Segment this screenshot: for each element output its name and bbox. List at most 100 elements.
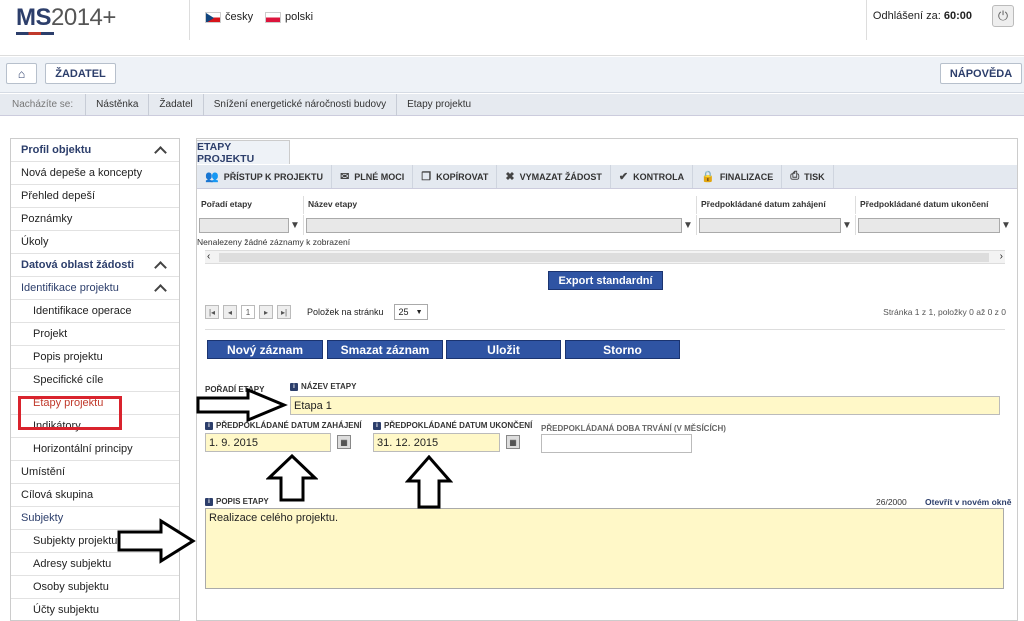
delete-record-button[interactable]: Smazat záznam [327, 340, 443, 359]
filter-cell: ▼ [197, 215, 304, 235]
right-arrow-annotation [117, 518, 196, 564]
sidebar-item-label: Identifikace operace [33, 305, 132, 317]
sidebar-item[interactable]: Umístění [11, 461, 179, 484]
info-icon: i [205, 497, 213, 506]
home-button[interactable]: ⌂ [6, 63, 37, 84]
toolbar-button[interactable]: ⎙ TISK [782, 165, 834, 188]
char-counter: 26/2000 [876, 497, 907, 507]
app-logo[interactable]: MS2014+ [16, 4, 116, 32]
sidebar-item[interactable]: Popis projektu [11, 346, 179, 369]
popis-etapy-textarea[interactable]: Realizace celého projektu. [205, 508, 1004, 589]
toolbar-button-label: VYMAZAT ŽÁDOST [519, 171, 602, 182]
popis-label: i POPIS ETAPY [205, 497, 269, 506]
toolbar-button[interactable]: 👥 PŘÍSTUP K PROJEKTU [197, 165, 333, 188]
page-number[interactable]: 1 [241, 305, 255, 319]
language-cz[interactable]: česky [205, 11, 253, 23]
filter-icon[interactable]: ▼ [841, 220, 853, 231]
toolbar-button[interactable]: ❐ KOPÍROVAT [413, 165, 498, 188]
first-page-icon[interactable]: |◂ [205, 305, 219, 319]
filter-icon[interactable]: ▼ [1000, 220, 1012, 231]
breadcrumb-item[interactable]: Žadatel [148, 93, 202, 116]
tab-etapy-projektu[interactable]: ETAPY PROJEKTU [196, 140, 290, 165]
export-button[interactable]: Export standardní [548, 271, 663, 290]
sidebar-item[interactable]: Úkoly [11, 231, 179, 254]
breadcrumb-label: Nacházíte se: [12, 99, 74, 110]
per-page-select[interactable]: 25 ▼ [393, 304, 428, 320]
sidebar-item[interactable]: Přehled depeší [11, 185, 179, 208]
toolbar-button[interactable]: 🔒 FINALIZACE [693, 165, 783, 188]
end-date-label: i PŘEDPOKLÁDANÉ DATUM UKONČENÍ [373, 421, 532, 430]
sidebar-item[interactable]: Cílová skupina [11, 484, 179, 507]
duration-input[interactable] [541, 434, 692, 453]
check-icon: ✔ [618, 171, 629, 183]
sidebar-item[interactable]: Projekt [11, 323, 179, 346]
print-icon: ⎙ [790, 170, 800, 182]
breadcrumb-item[interactable]: Nástěnka [85, 93, 148, 116]
help-button[interactable]: NÁPOVĚDA [940, 63, 1022, 84]
prev-page-icon[interactable]: ◂ [223, 305, 237, 319]
nazev-label: i NÁZEV ETAPY [290, 382, 356, 391]
sidebar-item-label: Adresy subjektu [33, 558, 112, 570]
scroll-right-icon[interactable]: › [1000, 251, 1003, 262]
sidebar-item[interactable]: Účty subjektu [11, 599, 179, 620]
breadcrumb: Nacházíte se: Nástěnka Žadatel Snížení e… [0, 93, 1024, 116]
cancel-button[interactable]: Storno [565, 340, 680, 359]
open-new-window-link[interactable]: Otevřít v novém okně [925, 497, 1011, 507]
empty-message: Nenalezeny žádné záznamy k zobrazení [197, 237, 351, 247]
zadatel-button[interactable]: ŽADATEL [45, 63, 116, 84]
filter-input[interactable] [699, 217, 841, 233]
toolbar-button-label: PŘÍSTUP K PROJEKTU [223, 171, 324, 182]
toolbar-button[interactable]: ✉ PLNÉ MOCI [332, 165, 414, 188]
scroll-left-icon[interactable]: ‹ [207, 251, 210, 262]
breadcrumb-item[interactable]: Snížení energetické náročnosti budovy [202, 93, 396, 116]
column-header[interactable]: Předpokládané datum ukončení [856, 196, 1014, 214]
sidebar-item[interactable]: Datová oblast žádosti [11, 254, 179, 277]
chevron-up-icon[interactable] [154, 146, 167, 159]
sidebar-item-label: Úkoly [21, 236, 49, 248]
column-header[interactable]: Název etapy [304, 196, 697, 214]
horizontal-scrollbar[interactable]: ‹ › [205, 250, 1005, 264]
filter-icon[interactable]: ▼ [289, 220, 301, 231]
filter-icon[interactable]: ▼ [682, 220, 694, 231]
sidebar-item[interactable]: Horizontální principy [11, 438, 179, 461]
column-header[interactable]: Pořadí etapy [197, 196, 304, 214]
toolbar-button[interactable]: ✔ KONTROLA [611, 165, 694, 188]
sidebar-item-label: Poznámky [21, 213, 73, 225]
toolbar-button[interactable]: ✖ VYMAZAT ŽÁDOST [497, 165, 611, 188]
end-date-input[interactable]: 31. 12. 2015 [373, 433, 500, 452]
sidebar-item[interactable]: Poznámky [11, 208, 179, 231]
sidebar-item-label: Osoby subjektu [33, 581, 109, 593]
save-button[interactable]: Uložit [446, 340, 561, 359]
last-page-icon[interactable]: ▸| [277, 305, 291, 319]
sidebar-item[interactable]: Identifikace projektu [11, 277, 179, 300]
czech-flag-icon [205, 11, 221, 23]
calendar-icon[interactable]: ▦ [506, 435, 520, 449]
sidebar-item[interactable]: Nová depeše a koncepty [11, 162, 179, 185]
divider [866, 0, 867, 40]
sidebar-item-label: Specifické cíle [33, 374, 104, 386]
filter-input[interactable] [306, 217, 682, 233]
language-pl[interactable]: polski [265, 11, 313, 23]
power-icon[interactable]: ⏻ [992, 5, 1014, 27]
logo-stripe [16, 32, 54, 35]
filter-input[interactable] [858, 217, 1000, 233]
divider [205, 329, 1005, 330]
chevron-up-icon[interactable] [154, 284, 167, 297]
sidebar-item[interactable]: Profil objektu [11, 139, 179, 162]
delete-icon: ✖ [505, 171, 515, 183]
chevron-up-icon[interactable] [154, 261, 167, 274]
nazev-etapy-input[interactable]: Etapa 1 [290, 396, 1000, 415]
logout-label: Odhlášení za: [872, 10, 941, 22]
calendar-icon[interactable]: ▦ [337, 435, 351, 449]
next-page-icon[interactable]: ▸ [259, 305, 273, 319]
sidebar-item[interactable]: Specifické cíle [11, 369, 179, 392]
new-record-button[interactable]: Nový záznam [207, 340, 323, 359]
sidebar-item[interactable]: Osoby subjektu [11, 576, 179, 599]
scroll-thumb[interactable] [219, 253, 989, 262]
column-header[interactable]: Předpokládané datum zahájení [697, 196, 856, 214]
sidebar-item[interactable]: Identifikace operace [11, 300, 179, 323]
filter-input[interactable] [199, 217, 289, 233]
divider [189, 0, 190, 40]
start-date-input[interactable]: 1. 9. 2015 [205, 433, 331, 452]
right-arrow-annotation [196, 388, 288, 422]
